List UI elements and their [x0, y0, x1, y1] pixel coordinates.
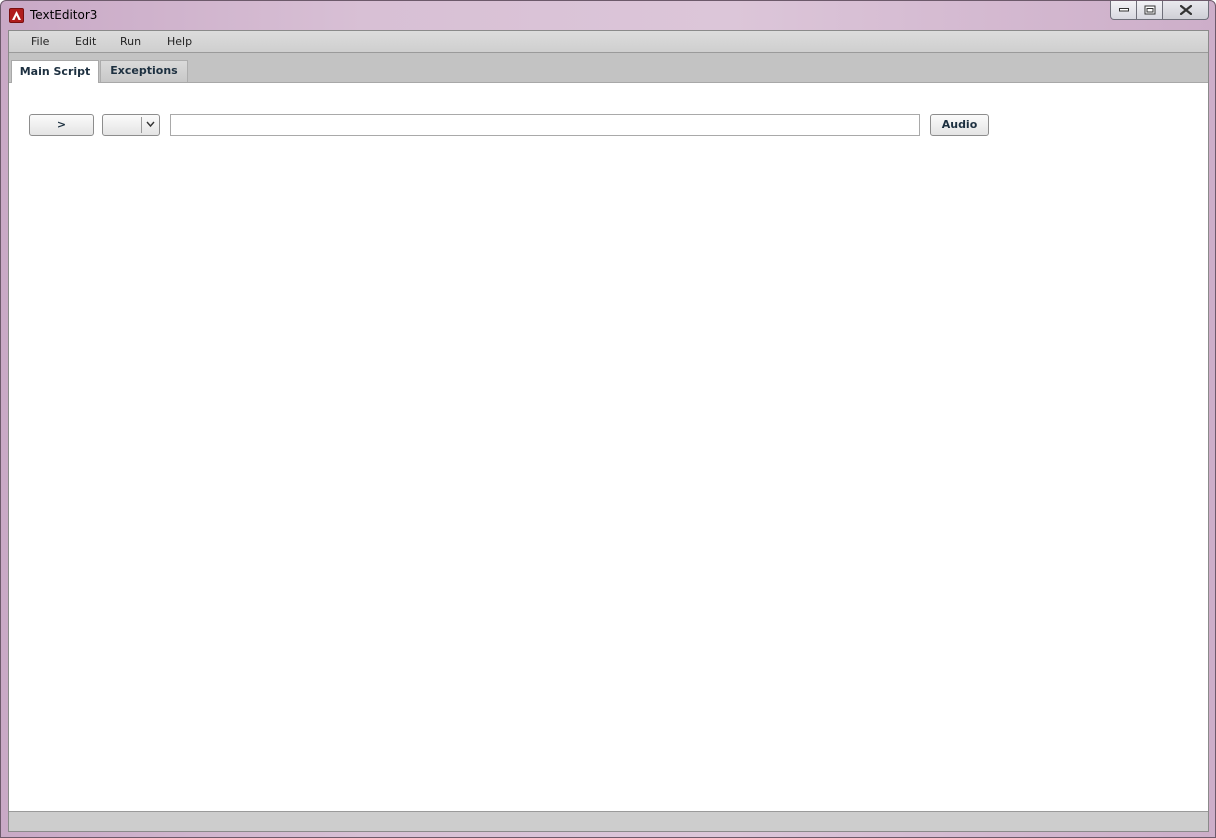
maximize-button[interactable] [1137, 1, 1163, 20]
audio-button[interactable]: Audio [930, 114, 989, 136]
client-area: File Edit Run Help Main Script Exception… [8, 30, 1209, 832]
restore-icon [1144, 5, 1155, 15]
command-input[interactable] [170, 114, 920, 136]
menu-bar: File Edit Run Help [9, 31, 1208, 53]
tab-main-script[interactable]: Main Script [11, 60, 99, 83]
run-button[interactable]: > [29, 114, 94, 136]
minimize-icon [1118, 8, 1129, 12]
tab-bar: Main Script Exceptions [9, 53, 1208, 83]
tab-exceptions[interactable]: Exceptions [100, 60, 188, 82]
dropdown-divider [141, 117, 142, 133]
chevron-down-icon [146, 121, 155, 128]
status-bar [9, 811, 1208, 831]
app-window: TextEditor3 File Edit Run Help Main Scri… [0, 0, 1216, 838]
script-selector-dropdown[interactable] [102, 114, 160, 136]
window-title: TextEditor3 [30, 8, 98, 22]
close-icon [1179, 5, 1192, 15]
menu-help[interactable]: Help [167, 35, 192, 48]
title-bar[interactable]: TextEditor3 [1, 1, 1215, 30]
menu-run[interactable]: Run [120, 35, 141, 48]
minimize-button[interactable] [1110, 1, 1137, 20]
menu-file[interactable]: File [31, 35, 49, 48]
close-button[interactable] [1163, 1, 1209, 20]
window-controls [1110, 1, 1209, 21]
app-icon[interactable] [9, 8, 24, 23]
menu-edit[interactable]: Edit [75, 35, 96, 48]
